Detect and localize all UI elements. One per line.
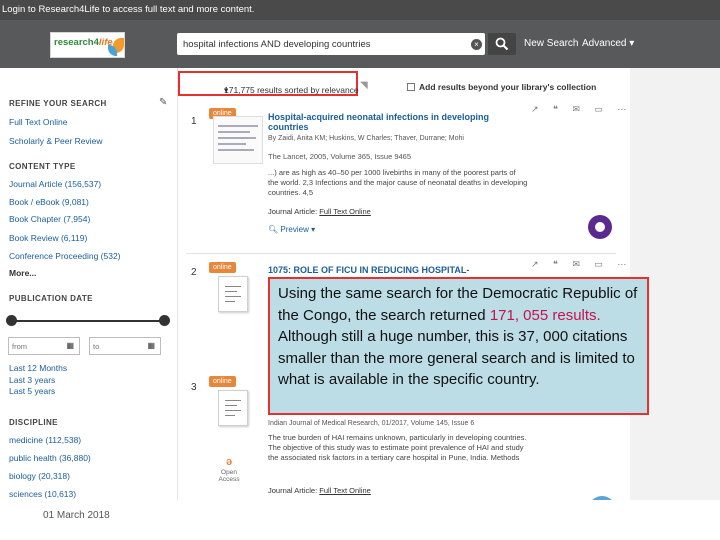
login-bar[interactable]: Login to Research4Life to access full te… [0, 0, 720, 20]
new-search-link[interactable]: New Search [524, 38, 578, 49]
caret-down-icon: ▾ [311, 225, 316, 234]
research4life-logo[interactable]: research4life [50, 32, 125, 58]
date-to-input[interactable] [93, 340, 145, 352]
search-field[interactable] [177, 33, 485, 55]
more-content-types-link[interactable]: More... [9, 268, 36, 278]
magnifier-icon: 🔍︎ [268, 225, 279, 234]
filter-discipline[interactable]: public health (36,880) [9, 453, 91, 463]
filter-content-type[interactable]: Conference Proceeding (532) [9, 251, 121, 261]
result-title-link[interactable]: Hospital-acquired neonatal infections in… [268, 112, 526, 132]
date-slider-end-handle[interactable] [159, 315, 170, 326]
result-actions[interactable]: ↗ ❝ ✉ ▭ ⋯ [531, 104, 632, 115]
date-range-link[interactable]: Last 3 years [9, 375, 55, 385]
search-input[interactable] [183, 36, 463, 52]
publication-date-heading: PUBLICATION DATE [9, 294, 93, 303]
result-actions[interactable]: ↗ ❝ ✉ ▭ ⋯ [531, 259, 632, 270]
filter-discipline[interactable]: biology (20,318) [9, 471, 70, 481]
result-number: 2 [191, 267, 197, 278]
date-from-field[interactable]: ▦ [8, 337, 80, 355]
result-count-highlight: 171,775 results sorted by relevance ▾ [178, 71, 359, 96]
date-range-link[interactable]: Last 12 Months [9, 363, 67, 373]
filter-content-type[interactable]: Book / eBook (9,081) [9, 197, 89, 207]
search-button[interactable] [488, 33, 516, 55]
article-thumbnail[interactable] [213, 116, 263, 164]
document-icon[interactable] [218, 390, 248, 426]
add-results-label: Add results beyond your library's collec… [419, 82, 597, 92]
result-number: 3 [191, 382, 197, 393]
rss-icon[interactable]: ◥ [360, 80, 368, 91]
pencil-icon[interactable]: ✎ [159, 97, 167, 108]
annotation-callout: Using the same search for the Democratic… [268, 277, 649, 415]
calendar-icon[interactable]: ▦ [147, 341, 155, 350]
filter-content-type[interactable]: Book Review (6,119) [9, 233, 87, 243]
online-badge: online [209, 262, 236, 273]
search-header: research4life × New Search Advanced ▾ [0, 20, 720, 68]
close-circle-icon[interactable]: × [471, 39, 482, 50]
date-range-slider-track[interactable] [10, 320, 168, 322]
full-text-link[interactable]: Full Text Online [319, 486, 371, 495]
discipline-heading: DISCIPLINE [9, 418, 58, 427]
filter-full-text-online[interactable]: Full Text Online [9, 117, 67, 127]
result-title-link[interactable]: 1075: ROLE OF FICU IN REDUCING HOSPITAL- [268, 265, 526, 275]
advanced-search-link[interactable]: Advanced ▾ [582, 38, 634, 49]
filter-content-type[interactable]: Book Chapter (7,954) [9, 214, 90, 224]
preview-toggle[interactable]: 🔍︎ Preview ▾ [268, 225, 315, 234]
result-number: 1 [191, 116, 197, 127]
online-badge: online [209, 376, 236, 387]
content-type-heading: CONTENT TYPE [9, 162, 76, 171]
login-text[interactable]: Login to Research4Life to access full te… [2, 4, 254, 15]
filter-discipline[interactable]: sciences (10,613) [9, 489, 76, 499]
altmetric-badge-icon[interactable] [588, 215, 612, 239]
refine-heading: REFINE YOUR SEARCH [9, 99, 107, 108]
open-access-icon: ə [226, 456, 233, 468]
calendar-icon[interactable]: ▦ [66, 341, 74, 350]
result-format: Journal Article: Full Text Online [268, 207, 371, 216]
date-to-field[interactable]: ▦ [89, 337, 161, 355]
result-source: Indian Journal of Medical Research, 01/2… [268, 420, 475, 427]
open-access-label: Open Access [218, 469, 240, 483]
date-range-link[interactable]: Last 5 years [9, 386, 55, 396]
caret-down-icon: ▾ [629, 38, 635, 49]
result-snippet: The true burden of HAI remains unknown, … [268, 433, 527, 462]
result-snippet: ...) are as high as 40–50 per 1000 liveb… [268, 168, 528, 197]
magnifier-icon [495, 37, 509, 51]
filter-scholarly-peer-review[interactable]: Scholarly & Peer Review [9, 136, 103, 146]
filter-discipline[interactable]: medicine (112,538) [9, 435, 81, 445]
result-format: Journal Article: Full Text Online [268, 486, 371, 495]
date-from-input[interactable] [12, 340, 64, 352]
caret-down-icon: ▾ [224, 85, 229, 95]
add-results-checkbox[interactable] [407, 83, 415, 91]
result-authors[interactable]: By Zaidi, Anita KM; Huskins, W Charles; … [268, 135, 464, 142]
date-slider-start-handle[interactable] [6, 315, 17, 326]
slide-date: 01 March 2018 [43, 510, 110, 521]
document-icon[interactable] [218, 276, 248, 312]
result-source: The Lancet, 2005, Volume 365, Issue 9465 [268, 152, 412, 161]
full-text-link[interactable]: Full Text Online [319, 207, 371, 216]
result-divider [186, 253, 616, 254]
filter-content-type[interactable]: Journal Article (156,537) [9, 179, 101, 189]
